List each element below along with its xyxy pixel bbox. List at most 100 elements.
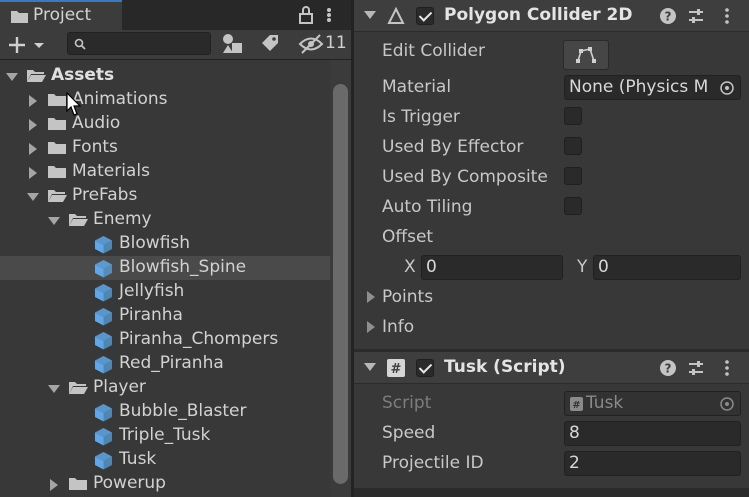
project-tab-title: Project bbox=[33, 5, 92, 25]
tree-folder-row[interactable]: Materials bbox=[0, 160, 330, 184]
auto-tiling-label: Auto Tiling bbox=[382, 197, 473, 217]
polygon-collider-title: Polygon Collider 2D bbox=[444, 5, 633, 25]
prefab-cube-icon bbox=[95, 356, 112, 374]
folder-icon bbox=[69, 478, 87, 490]
tree-prefab-row[interactable]: Jellyfish bbox=[0, 280, 330, 304]
tree-folder-row[interactable]: Audio bbox=[0, 112, 330, 136]
tree-folder-row[interactable]: Animations bbox=[0, 88, 330, 112]
tree-folder-row[interactable]: Powerup bbox=[0, 472, 330, 496]
tree-prefab-row[interactable]: Blowfish bbox=[0, 232, 330, 256]
help-icon[interactable]: ? bbox=[659, 7, 677, 25]
tree-prefab-row[interactable]: Tusk bbox=[0, 448, 330, 472]
used-by-effector-checkbox[interactable] bbox=[564, 137, 582, 155]
expand-arrow-down-icon[interactable] bbox=[48, 217, 60, 225]
speed-field[interactable]: 8 bbox=[564, 421, 741, 446]
open-folder-icon bbox=[48, 190, 67, 202]
used-by-composite-label: Used By Composite bbox=[382, 167, 548, 187]
expand-arrow-right-icon[interactable] bbox=[29, 119, 37, 131]
expand-arrow-down-icon[interactable] bbox=[6, 73, 18, 81]
tree-item-label: Animations bbox=[72, 89, 168, 109]
more-options-icon[interactable] bbox=[322, 4, 336, 26]
folder-icon bbox=[11, 11, 28, 23]
inspector-bottom-edge bbox=[354, 488, 749, 497]
tree-prefab-row[interactable]: Red_Piranha bbox=[0, 352, 330, 376]
points-foldout-arrow-icon[interactable] bbox=[367, 291, 375, 303]
tusk-script-enabled-checkbox[interactable] bbox=[416, 359, 434, 377]
tree-prefab-row[interactable]: Bubble_Blaster bbox=[0, 400, 330, 424]
object-picker-icon[interactable] bbox=[719, 80, 735, 96]
search-by-type-icon[interactable] bbox=[221, 32, 245, 56]
edit-collider-icon bbox=[576, 47, 596, 63]
hidden-packages-icon[interactable] bbox=[298, 33, 324, 55]
expand-arrow-right-icon[interactable] bbox=[29, 167, 37, 179]
expand-arrow-right-icon[interactable] bbox=[50, 479, 58, 491]
help-icon[interactable]: ? bbox=[659, 359, 677, 377]
tree-prefab-row[interactable]: Piranha_Chompers bbox=[0, 328, 330, 352]
tusk-script-header[interactable]: # Tusk (Script) ? bbox=[354, 352, 749, 384]
prefab-cube-icon bbox=[95, 452, 112, 470]
tree-folder-row[interactable]: Player bbox=[0, 376, 330, 400]
polygon-collider-header[interactable]: Polygon Collider 2D ? bbox=[354, 0, 749, 32]
speed-value: 8 bbox=[569, 423, 580, 443]
search-icon bbox=[74, 38, 86, 50]
offset-y-field[interactable]: 0 bbox=[593, 255, 741, 280]
prefab-cube-icon bbox=[95, 284, 112, 302]
tree-item-label: Enemy bbox=[93, 209, 152, 229]
used-by-effector-label: Used By Effector bbox=[382, 137, 524, 157]
tree-prefab-row[interactable]: Triple_Tusk bbox=[0, 424, 330, 448]
tree-folder-row[interactable]: Fonts bbox=[0, 136, 330, 160]
edit-collider-button[interactable] bbox=[563, 40, 609, 70]
is-trigger-label: Is Trigger bbox=[382, 107, 460, 127]
auto-tiling-checkbox[interactable] bbox=[564, 197, 582, 215]
project-scroll-thumb[interactable] bbox=[333, 84, 348, 484]
info-foldout[interactable]: Info bbox=[382, 317, 414, 337]
expand-arrow-down-icon[interactable] bbox=[27, 193, 39, 201]
used-by-composite-checkbox[interactable] bbox=[564, 167, 582, 185]
material-object-field[interactable]: None (Physics M bbox=[564, 75, 741, 100]
tree-folder-row[interactable]: Enemy bbox=[0, 208, 330, 232]
tree-item-label: Piranha_Chompers bbox=[119, 329, 279, 349]
label-tag-icon[interactable] bbox=[259, 33, 281, 55]
expand-arrow-right-icon[interactable] bbox=[29, 143, 37, 155]
polygon-collider-enabled-checkbox[interactable] bbox=[416, 7, 434, 25]
component-menu-icon[interactable] bbox=[718, 359, 736, 377]
project-tab[interactable]: Project bbox=[0, 0, 122, 30]
tree-prefab-row[interactable]: Blowfish_Spine bbox=[0, 256, 330, 280]
expand-arrow-right-icon[interactable] bbox=[29, 95, 37, 107]
offset-y-label[interactable]: Y bbox=[577, 257, 587, 277]
tree-folder-row[interactable]: PreFabs bbox=[0, 184, 330, 208]
tree-folder-row[interactable]: Assets bbox=[0, 64, 330, 88]
prefab-cube-icon bbox=[95, 308, 112, 326]
offset-x-label[interactable]: X bbox=[404, 257, 416, 277]
open-folder-icon bbox=[69, 214, 88, 226]
tree-item-label: Piranha bbox=[119, 305, 183, 325]
is-trigger-checkbox[interactable] bbox=[564, 107, 582, 125]
tree-prefab-row[interactable]: Piranha bbox=[0, 304, 330, 328]
offset-label: Offset bbox=[382, 227, 434, 247]
offset-x-field[interactable]: 0 bbox=[421, 255, 563, 280]
create-button[interactable] bbox=[6, 33, 50, 57]
script-object-field: # Tusk bbox=[564, 391, 741, 416]
folder-icon bbox=[48, 118, 66, 130]
info-foldout-arrow-icon[interactable] bbox=[367, 321, 375, 333]
collapse-arrow-icon[interactable] bbox=[364, 363, 376, 371]
collapse-arrow-icon[interactable] bbox=[364, 11, 376, 19]
points-foldout[interactable]: Points bbox=[382, 287, 433, 307]
presets-icon[interactable] bbox=[687, 7, 705, 25]
speed-label[interactable]: Speed bbox=[382, 423, 435, 443]
presets-icon[interactable] bbox=[687, 359, 705, 377]
lock-icon[interactable] bbox=[296, 4, 316, 26]
script-value: Tusk bbox=[586, 393, 624, 413]
tree-item-label: Tusk bbox=[119, 449, 157, 469]
polygon-collider-icon bbox=[387, 6, 405, 24]
prefab-cube-icon bbox=[95, 428, 112, 446]
search-input[interactable] bbox=[67, 32, 211, 55]
projectile-id-label[interactable]: Projectile ID bbox=[382, 453, 484, 473]
tree-item-label: Jellyfish bbox=[119, 281, 185, 301]
offset-x-value: 0 bbox=[426, 257, 437, 277]
projectile-id-field[interactable]: 2 bbox=[564, 451, 741, 476]
tree-item-label: Blowfish_Spine bbox=[119, 257, 247, 277]
component-menu-icon[interactable] bbox=[718, 7, 736, 25]
expand-arrow-down-icon[interactable] bbox=[48, 385, 60, 393]
tree-item-label: Bubble_Blaster bbox=[119, 401, 247, 421]
